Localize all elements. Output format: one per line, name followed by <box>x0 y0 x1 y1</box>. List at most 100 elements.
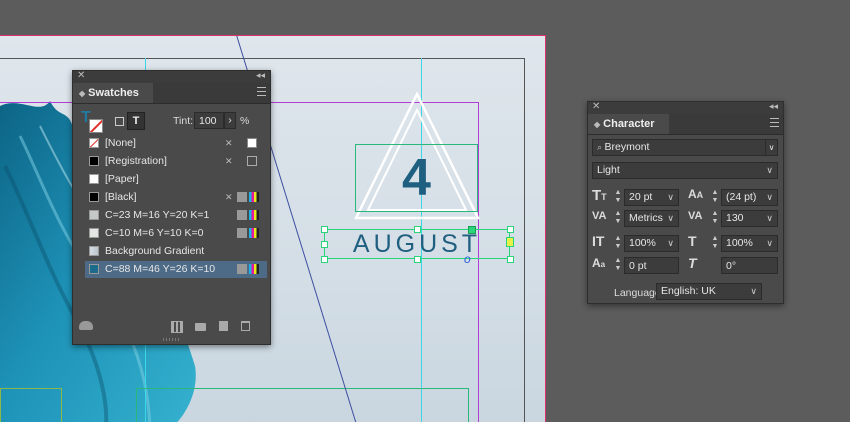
swatch-chip <box>89 174 99 184</box>
leading-dropdown[interactable]: (24 pt) ∨ <box>721 189 778 206</box>
chevron-down-icon: ∨ <box>766 213 773 223</box>
chevron-down-icon: ∨ <box>750 286 757 296</box>
collapse-icon[interactable]: ◂◂ <box>769 101 778 112</box>
leading-value: (24 pt) <box>726 191 757 203</box>
tracking-dropdown[interactable]: 130 ∨ <box>721 210 778 227</box>
handle[interactable] <box>414 256 421 263</box>
swatch-row-selected[interactable]: C=88 M=46 Y=26 K=10 <box>85 261 267 278</box>
tab-arrows-icon: ◆ <box>79 89 86 98</box>
new-swatch-icon[interactable] <box>219 321 228 331</box>
close-icon[interactable]: ✕ <box>77 70 85 81</box>
font-size-icon: TT <box>592 187 607 204</box>
panel-titlebar[interactable]: ✕ ◂◂ <box>588 101 783 114</box>
swatch-chip <box>89 228 99 238</box>
swatch-chip <box>89 264 99 274</box>
new-color-group-icon[interactable] <box>195 323 206 331</box>
cc-library-icon[interactable] <box>79 321 93 330</box>
horizontal-scale-icon: T <box>688 233 697 249</box>
swatches-tabbar: ◆ Swatches <box>73 83 270 104</box>
panel-menu-icon[interactable] <box>257 87 266 96</box>
search-icon: ⌕ <box>597 142 605 152</box>
horizontal-scale-stepper[interactable]: ▲ ▼ <box>709 235 721 252</box>
vertical-scale-stepper[interactable]: ▲ ▼ <box>612 235 624 252</box>
panel-menu-icon[interactable] <box>770 118 779 127</box>
swatch-list: [None] ✕ [Registration] ✕ [Paper] [Black… <box>73 135 270 285</box>
handle[interactable] <box>321 226 328 233</box>
chevron-down-icon: ∨ <box>667 213 674 223</box>
font-family-dropdown[interactable]: ⌕ Breymont <box>592 139 766 156</box>
baseline-indicator-icon: o <box>464 252 471 266</box>
skew-input[interactable] <box>721 257 778 274</box>
tab-character[interactable]: ◆ Character <box>588 114 669 134</box>
cmyk-icon <box>249 210 259 220</box>
language-dropdown[interactable]: English: UK ∨ <box>656 283 762 300</box>
tint-dropdown[interactable]: › <box>224 112 236 129</box>
chevron-down-icon: ∨ <box>667 238 674 248</box>
font-style-value: Light <box>597 164 620 176</box>
swatch-row[interactable]: [Black] ✕ <box>85 189 267 206</box>
formatting-text-icon[interactable]: T <box>127 112 145 130</box>
out-port-handle[interactable] <box>506 237 514 247</box>
formatting-container-icon[interactable] <box>115 117 124 126</box>
handle[interactable] <box>507 256 514 263</box>
horizontal-scale-dropdown[interactable]: 100% ∨ <box>721 235 778 252</box>
swatch-chip <box>89 156 99 166</box>
swatch-label: C=88 M=46 Y=26 K=10 <box>105 263 216 275</box>
fill-stroke-control[interactable]: T <box>81 109 105 133</box>
cmyk-icon <box>249 228 259 238</box>
baseline-shift-input[interactable] <box>624 257 679 274</box>
kerning-stepper[interactable]: ▲ ▼ <box>612 210 624 227</box>
chevron-down-icon: ∨ <box>667 192 674 202</box>
handle[interactable] <box>414 226 421 233</box>
close-icon[interactable]: ✕ <box>592 101 600 112</box>
tab-swatches[interactable]: ◆ Swatches <box>73 83 153 103</box>
tab-arrows-icon: ◆ <box>594 120 601 129</box>
tint-input[interactable] <box>194 112 224 129</box>
lock-edit-icon: ✕ <box>225 192 233 202</box>
cmyk-icon <box>249 192 259 202</box>
baseline-shift-stepper[interactable]: ▲ ▼ <box>612 257 624 274</box>
swatch-row[interactable]: Background Gradient <box>85 243 267 260</box>
resize-grip[interactable] <box>163 338 181 341</box>
swatch-label: [Black] <box>105 191 137 203</box>
swatch-chip <box>89 210 99 220</box>
swatch-row[interactable]: [Paper] <box>85 171 267 188</box>
font-family-chevron[interactable]: ∨ <box>765 139 778 156</box>
tint-label: Tint: <box>173 115 194 127</box>
cmyk-icon <box>249 264 259 274</box>
day-number: 4 <box>402 149 431 207</box>
vertical-scale-dropdown[interactable]: 100% ∨ <box>624 235 679 252</box>
language-value: English: UK <box>661 285 716 297</box>
swatch-row[interactable]: C=23 M=16 Y=20 K=1 <box>85 207 267 224</box>
handle[interactable] <box>321 256 328 263</box>
font-family-value: Breymont <box>604 141 650 153</box>
panel-titlebar[interactable]: ✕ ◂◂ <box>73 70 270 83</box>
kerning-value: Metrics <box>629 212 663 224</box>
leading-stepper[interactable]: ▲ ▼ <box>709 189 721 206</box>
character-tabbar: ◆ Character <box>588 114 783 135</box>
font-size-stepper[interactable]: ▲ ▼ <box>612 189 624 206</box>
swatch-none-chip <box>89 138 99 148</box>
swatch-label: C=23 M=16 Y=20 K=1 <box>105 209 210 221</box>
font-style-dropdown[interactable]: Light ∨ <box>592 162 778 179</box>
show-swatch-views-icon[interactable] <box>171 321 183 333</box>
swatch-chip <box>89 246 99 256</box>
kerning-dropdown[interactable]: Metrics ∨ <box>624 210 679 227</box>
process-color-icon <box>237 228 247 238</box>
character-panel: ✕ ◂◂ ◆ Character ⌕ Breymont ∨ Light ∨ TT ▲… <box>587 101 784 304</box>
tracking-stepper[interactable]: ▲ ▼ <box>709 210 721 227</box>
lock-edit-icon: ✕ <box>225 138 233 148</box>
baseline-shift-icon: Aa <box>592 256 606 270</box>
chevron-down-icon: ∨ <box>766 238 773 248</box>
font-size-value: 20 pt <box>629 191 653 203</box>
font-size-dropdown[interactable]: 20 pt ∨ <box>624 189 679 206</box>
collapse-icon[interactable]: ◂◂ <box>256 70 265 81</box>
handle[interactable] <box>468 226 476 234</box>
delete-swatch-icon[interactable] <box>241 321 250 331</box>
swatch-row[interactable]: [Registration] ✕ <box>85 153 267 170</box>
handle[interactable] <box>321 241 328 248</box>
swatch-label: [Registration] <box>105 155 167 167</box>
swatch-row[interactable]: [None] ✕ <box>85 135 267 152</box>
handle[interactable] <box>507 226 514 233</box>
swatch-row[interactable]: C=10 M=6 Y=10 K=0 <box>85 225 267 242</box>
